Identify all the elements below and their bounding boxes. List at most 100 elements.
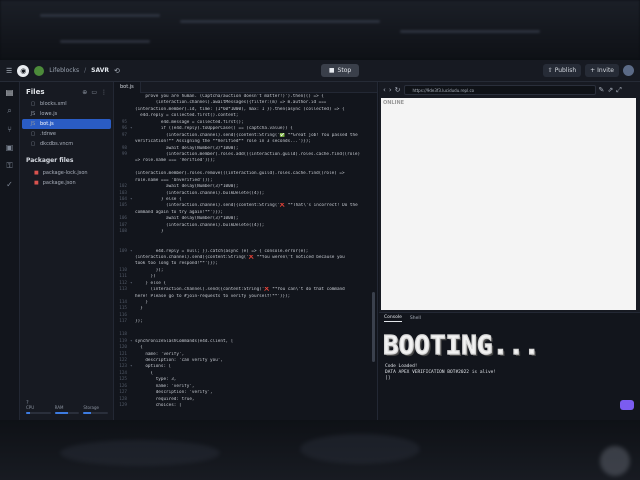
resource-bar-fill	[26, 412, 30, 414]
debugger-icon[interactable]: ✓	[6, 180, 13, 189]
resource-label: CPU	[26, 405, 35, 410]
new-file-icon[interactable]: ⊕	[82, 89, 87, 96]
webview-url-input[interactable]: https://9de3f3.lucidudu.repl.co	[403, 85, 596, 95]
resource-bar	[54, 412, 80, 414]
version-control-icon[interactable]: ⑂	[7, 125, 12, 134]
console-line: DATA APEX VERIFICATION BOT#2022 is alive…	[385, 370, 497, 375]
file-list: ▢ blocks.xml JS lowe.js JS bot.js ▢ .tdrwe ▢ dkcd…	[20, 99, 113, 149]
code-text: => role.name === 'Verified')));	[135, 158, 216, 164]
packager-file-item[interactable]: ■ package.json	[20, 178, 113, 188]
chat-button[interactable]	[620, 400, 634, 410]
packager-file-item[interactable]: ■ package-lock.json	[20, 168, 113, 178]
packages-icon[interactable]: ▣	[6, 143, 14, 152]
invite-icon: +	[590, 67, 596, 74]
tab-shell[interactable]: Shell	[410, 316, 421, 321]
blurred-background-bottom	[0, 420, 640, 480]
history-icon[interactable]: ⟲	[114, 67, 120, 75]
replit-workspace: ☰ ◉ Lifeblocks / SAVR ⟲ ■ Stop ⇧ Publish…	[0, 60, 640, 420]
repl-owner[interactable]: Lifeblocks	[49, 67, 79, 74]
file-name: bot.js	[40, 121, 54, 127]
files-panel: Files ⊕ ▭ ⋮ ▢ blocks.xml JS lowe.js JS bot.js…	[20, 82, 114, 420]
resource-meter: Storage	[83, 405, 109, 414]
replit-logo-icon[interactable]: ◉	[17, 64, 30, 77]
blurred-background-top	[0, 0, 640, 60]
editor-scrollbar[interactable]	[372, 292, 375, 362]
packager-files-title: Packager files	[26, 157, 74, 164]
resource-meter: RAM	[54, 405, 80, 414]
file-item[interactable]: JS lowe.js	[20, 109, 113, 119]
file-icon: ▢	[30, 141, 36, 147]
resource-bar-fill	[54, 412, 69, 414]
resource-label: RAM	[54, 405, 64, 410]
file-icon: ▢	[30, 101, 36, 107]
expand-icon[interactable]: ⤢	[616, 86, 622, 95]
resource-bar	[83, 412, 109, 414]
publish-icon: ⇧	[547, 67, 553, 74]
file-name: .tdrwe	[40, 131, 56, 137]
top-bar: ☰ ◉ Lifeblocks / SAVR ⟲ ■ Stop ⇧ Publish…	[0, 60, 640, 82]
line-number: 129	[119, 403, 127, 408]
js-file-icon: JS	[30, 111, 36, 117]
console-line: []	[385, 376, 391, 381]
code-text: synchronizeSlashCommands(e4d.client, [	[135, 338, 234, 344]
open-new-tab-icon[interactable]: ⇗	[607, 86, 613, 94]
console-panel: Console Shell BOOTING... Code Loaded! DA…	[379, 312, 640, 420]
breadcrumb-separator: /	[84, 67, 87, 74]
forward-icon[interactable]: ›	[389, 86, 392, 94]
refresh-icon[interactable]: ↻	[395, 86, 401, 94]
booting-ascii-banner: BOOTING...	[382, 330, 540, 361]
resource-label: Storage	[83, 405, 99, 410]
file-icon: ▢	[30, 131, 36, 137]
code-text: }	[135, 229, 164, 235]
search-icon[interactable]: ⌕	[7, 106, 11, 116]
resource-usage: CPU RAM Storage	[20, 405, 114, 414]
stop-button[interactable]: ■ Stop	[320, 64, 360, 77]
sidebar-toggle-icon[interactable]: ☰	[6, 67, 12, 75]
code-text: });	[135, 319, 143, 325]
file-name: lowe.js	[40, 111, 58, 117]
code-line[interactable]: 129 choices: [	[114, 403, 377, 409]
publish-label: Publish	[554, 67, 577, 74]
code-text: choices: [	[135, 403, 182, 408]
stop-label: Stop	[337, 67, 352, 74]
editor-tab-label: bot.js	[120, 84, 134, 90]
file-item[interactable]: ▢ dkcdbs.vncm	[20, 139, 113, 149]
npm-icon: ■	[34, 170, 39, 176]
stop-icon: ■	[328, 67, 335, 74]
back-icon[interactable]: ‹	[383, 86, 386, 94]
publish-button[interactable]: ⇧ Publish	[542, 64, 582, 77]
resource-bar-fill	[83, 412, 91, 414]
file-item[interactable]: JS bot.js	[22, 119, 111, 129]
code-text: }	[135, 306, 143, 312]
editor-tab-bot-js[interactable]: bot.js	[114, 82, 141, 93]
file-item[interactable]: ▢ .tdrwe	[20, 129, 113, 139]
console-line: Code Loaded!	[385, 364, 418, 369]
npm-icon: ■	[34, 180, 39, 186]
resource-bar	[26, 412, 51, 414]
file-item[interactable]: ▢ blocks.xml	[20, 99, 113, 109]
booting-banner-text: BOOTING...	[382, 330, 540, 361]
devtools-icon[interactable]: ✎	[599, 86, 605, 94]
more-options-icon[interactable]: ⋮	[101, 89, 107, 96]
new-folder-icon[interactable]: ▭	[91, 89, 97, 96]
file-name: dkcdbs.vncm	[40, 141, 74, 147]
webview-url: https://9de3f3.lucidudu.repl.co	[412, 87, 475, 93]
js-file-icon: JS	[30, 121, 36, 127]
files-title: Files	[26, 88, 45, 96]
user-avatar[interactable]	[623, 65, 634, 76]
file-name: blocks.xml	[40, 101, 67, 107]
packager-file-list: ■ package-lock.json ■ package.json	[20, 168, 113, 188]
secrets-icon[interactable]: ⚿	[6, 161, 12, 171]
resource-meter: CPU	[26, 405, 51, 414]
code-lines[interactable]: prove you are human. (Captcha/auction do…	[114, 94, 377, 409]
repl-name[interactable]: SAVR	[91, 67, 109, 74]
owner-avatar	[34, 65, 45, 76]
tab-console[interactable]: Console	[384, 315, 402, 322]
code-editor[interactable]: bot.js prove you are human. (Captcha/auc…	[114, 82, 378, 420]
files-icon[interactable]: ▤	[6, 88, 14, 97]
invite-button[interactable]: + Invite	[585, 64, 619, 77]
packager-file-name: package-lock.json	[42, 170, 88, 176]
code-text: here! Please go to #join-requests to ver…	[135, 293, 291, 299]
webview-content[interactable]: ONLINE	[381, 98, 636, 310]
activity-rail: ▤ ⌕ ⑂ ▣ ⚿ ✓	[0, 82, 20, 420]
